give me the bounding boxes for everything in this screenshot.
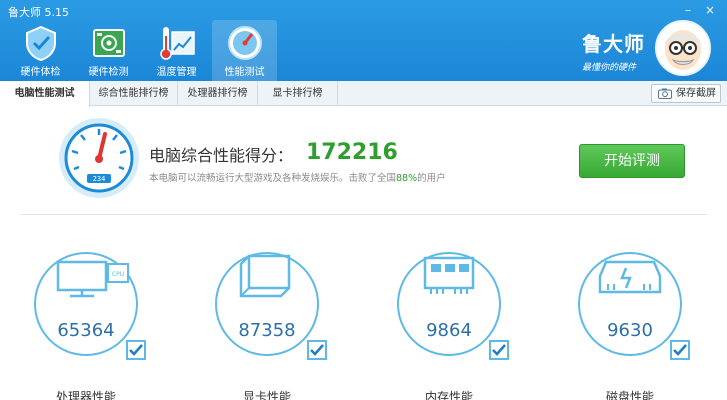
gauge-reading: 234 xyxy=(93,175,106,183)
gpu-performance-label: 显卡性能 xyxy=(242,390,291,400)
brand-name: 鲁大师 xyxy=(582,32,645,56)
save-screenshot-button[interactable]: 保存截屏 xyxy=(651,84,721,103)
disk-performance-card[interactable]: 9630 xyxy=(578,248,690,360)
tab-gpu-ranking[interactable]: 显卡排行榜 xyxy=(258,81,338,106)
nav-label: 性能测试 xyxy=(224,67,265,78)
cpu-performance-label: 处理器性能 xyxy=(55,390,116,400)
camera-icon xyxy=(658,88,672,99)
score-desc-percent: 88% xyxy=(396,173,418,184)
app-header: 鲁大师 5.15 – × 硬件体检 硬件检测 温度管理 性能测试 鲁大师 最懂你… xyxy=(0,0,727,81)
hard-drive-icon xyxy=(578,252,682,356)
window-controls: – × xyxy=(677,3,721,19)
nav-item-temperature[interactable]: 温度管理 xyxy=(144,20,209,81)
nav-label: 硬件检测 xyxy=(88,67,129,78)
score-label: 电脑综合性能得分： xyxy=(149,146,294,165)
disk-score: 9630 xyxy=(607,320,653,341)
shield-check-icon xyxy=(26,25,56,62)
tab-pc-performance[interactable]: 电脑性能测试 xyxy=(0,81,90,107)
circuit-board-icon xyxy=(93,29,125,57)
score-value: 172216 xyxy=(306,140,398,165)
graphics-card-icon xyxy=(215,252,319,356)
speedometer-icon xyxy=(228,26,262,60)
cpu-performance-card[interactable]: CPU 65364 xyxy=(34,248,146,360)
nav-label: 温度管理 xyxy=(156,67,197,78)
section-divider xyxy=(20,214,707,215)
checkbox-checked-icon[interactable] xyxy=(489,340,509,360)
brand: 鲁大师 最懂你的硬件 xyxy=(582,28,645,73)
checkbox-checked-icon[interactable] xyxy=(126,340,146,360)
thermometer-chart-icon xyxy=(160,27,195,60)
score-desc-prefix: 本电脑可以流畅运行大型游戏及各种发烧娱乐。击败了全国 xyxy=(149,173,397,184)
mascot-face-icon xyxy=(665,30,701,70)
checkbox-checked-icon[interactable] xyxy=(307,340,327,360)
memory-score: 9864 xyxy=(426,320,472,341)
cpu-monitor-icon: CPU xyxy=(34,252,138,356)
score-desc-suffix: 的用户 xyxy=(417,173,446,184)
memory-chip-icon xyxy=(397,252,501,356)
tab-bar: 电脑性能测试 综合性能排行榜 处理器排行榜 显卡排行榜 保存截屏 xyxy=(0,81,727,107)
minimize-button[interactable]: – xyxy=(677,3,699,19)
memory-performance-card[interactable]: 9864 xyxy=(397,248,509,360)
nav-label: 硬件体检 xyxy=(20,67,61,78)
checkbox-checked-icon[interactable] xyxy=(670,340,690,360)
start-benchmark-button[interactable]: 开始评测 xyxy=(579,144,685,178)
gpu-score: 87358 xyxy=(238,320,296,341)
tab-overall-ranking[interactable]: 综合性能排行榜 xyxy=(90,81,178,106)
svg-text:CPU: CPU xyxy=(112,271,124,278)
main-nav: 硬件体检 硬件检测 温度管理 性能测试 xyxy=(8,20,280,81)
nav-item-hardware-checkup[interactable]: 硬件体检 xyxy=(8,20,73,81)
brand-slogan: 最懂你的硬件 xyxy=(582,63,637,73)
cpu-score: 65364 xyxy=(57,320,115,341)
nav-item-hardware-detect[interactable]: 硬件检测 xyxy=(76,20,141,81)
save-screenshot-label: 保存截屏 xyxy=(676,88,716,99)
score-description: 本电脑可以流畅运行大型游戏及各种发烧娱乐。击败了全国88%的用户 xyxy=(149,170,446,184)
gpu-performance-card[interactable]: 87358 xyxy=(215,248,327,360)
nav-item-performance[interactable]: 性能测试 xyxy=(212,20,277,81)
mascot-avatar[interactable] xyxy=(655,20,711,76)
gauge-dial-icon: 234 xyxy=(59,118,139,198)
performance-gauge: 234 xyxy=(58,117,140,199)
close-button[interactable]: × xyxy=(699,3,721,19)
memory-performance-label: 内存性能 xyxy=(424,390,473,400)
tab-cpu-ranking[interactable]: 处理器排行榜 xyxy=(178,81,258,106)
app-title: 鲁大师 5.15 xyxy=(8,6,69,19)
disk-performance-label: 磁盘性能 xyxy=(605,390,654,400)
